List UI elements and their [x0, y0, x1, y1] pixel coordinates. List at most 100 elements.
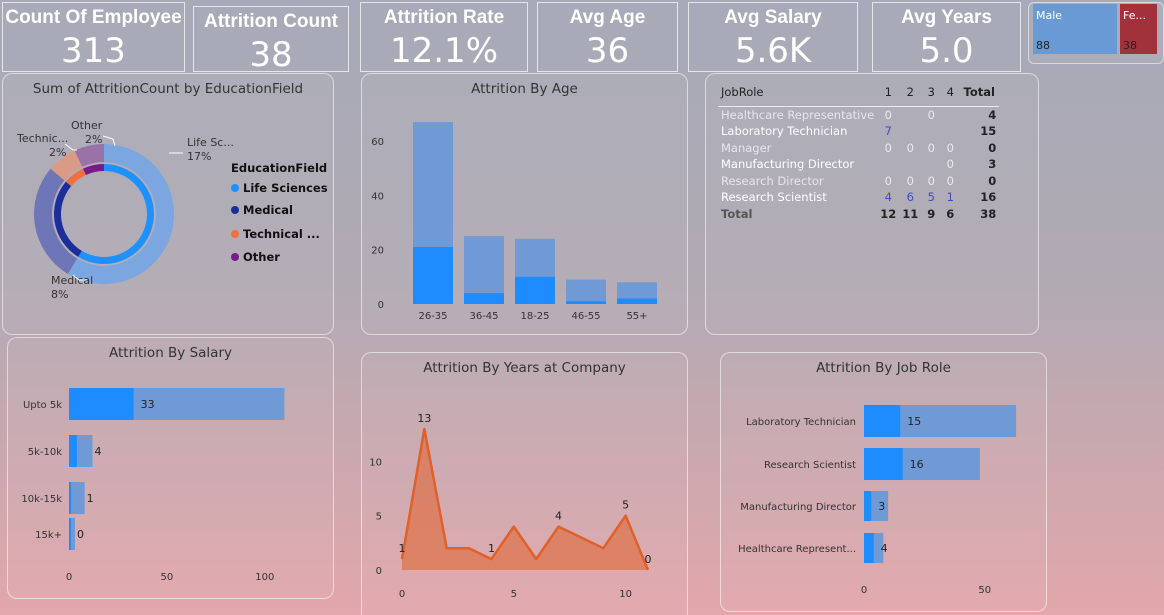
kpi-label: Avg Age: [569, 7, 646, 28]
kpi-value: 12.1%: [389, 31, 498, 71]
matrix-row[interactable]: Research Director 0 0 0 0 0: [718, 173, 999, 190]
age-bar-total: [566, 279, 606, 304]
matrix-value-cell: 1: [946, 190, 954, 205]
matrix-value-cell: 4: [884, 190, 892, 205]
kpi-label: Avg Years: [901, 7, 992, 28]
salary-bar-total: [69, 482, 85, 514]
legend-label: Technical ...: [243, 227, 320, 241]
kpi-label: Count Of Employee: [5, 7, 182, 28]
age-bar-attrition: [566, 301, 606, 304]
kpi-value: 38: [249, 35, 293, 75]
jobrole-data-label: 3: [878, 500, 885, 513]
matrix-value-cell: 0: [906, 173, 914, 188]
matrix-row[interactable]: Laboratory Technician 7 15: [718, 123, 999, 140]
donut-slice-label: Life Sc...: [187, 136, 234, 149]
y-tick-label: 0: [378, 300, 384, 311]
legend-label: Medical: [243, 203, 293, 217]
donut-leader-line: [64, 143, 77, 151]
matrix-total-value: 9: [927, 206, 936, 221]
attrition-by-years-card: Attrition By Years at Company 0 5 10 0 5 10 1 1…: [361, 352, 688, 615]
x-tick-label: 0: [66, 572, 72, 583]
matrix-value-cell: [921, 156, 941, 173]
legend-item-medical[interactable]: Medical: [231, 203, 293, 217]
matrix-value-cell: 0: [884, 108, 892, 122]
matrix-header-jobrole[interactable]: JobRole: [718, 84, 877, 101]
salary-data-label: 0: [77, 528, 84, 541]
matrix-role-cell: Research Scientist: [721, 190, 827, 205]
age-bar-attrition: [617, 298, 657, 304]
kpi-attrition-count: Attrition Count 38: [193, 6, 349, 75]
matrix-value-cell: [941, 123, 959, 140]
kpi-employee-count: Count Of Employee 313: [2, 2, 185, 72]
matrix-value-cell: 0: [884, 173, 892, 188]
education-legend-title: EducationField: [231, 161, 328, 175]
y-tick-label: 10: [369, 457, 382, 468]
matrix-header-total[interactable]: Total: [959, 84, 999, 101]
gender-female-tile[interactable]: Fe... 38: [1120, 4, 1157, 54]
salary-bar-attrition: [69, 518, 71, 550]
years-area-chart: 0 5 10 0 5 10 1 13 1 4 5 0: [369, 412, 651, 600]
matrix-value-cell: 0: [906, 140, 914, 155]
salary-data-label: 1: [87, 492, 94, 505]
x-tick-label: 10: [619, 589, 632, 600]
salary-bar-attrition: [69, 482, 71, 514]
matrix-value-cell: 5: [927, 190, 935, 205]
job-role-matrix-card: JobRole 1 2 3 4 Total Healthcare Represe…: [705, 73, 1039, 335]
gender-male-value: 88: [1036, 39, 1050, 52]
years-area-fill: [402, 428, 648, 570]
gender-male-tile[interactable]: Male 88: [1033, 4, 1117, 54]
legend-item-technical[interactable]: Technical ...: [231, 227, 320, 241]
matrix-header-1[interactable]: 1: [877, 84, 899, 101]
salary-bar-chart: Upto 5k 33 5k-10k 4 10k-15k 1 15k+ 0 0 50 100: [21, 388, 285, 583]
matrix-total-cell: 0: [988, 140, 997, 155]
salary-data-label: 33: [141, 398, 155, 411]
jobrole-data-label: 15: [907, 415, 921, 428]
kpi-label: Attrition Rate: [383, 7, 505, 28]
salary-bar-attrition: [69, 388, 134, 420]
years-data-label: 5: [622, 499, 629, 512]
legend-dot: [231, 230, 239, 238]
legend-dot: [231, 253, 239, 261]
matrix-header-3[interactable]: 3: [921, 84, 941, 101]
matrix-value-cell: 0: [927, 108, 935, 122]
y-category-label: Research Scientist: [764, 460, 856, 471]
donut-slice-label: Technic...: [16, 132, 68, 145]
matrix-row[interactable]: Research Scientist 4 6 5 1 16: [718, 189, 999, 206]
x-tick-label: 55+: [626, 311, 647, 322]
matrix-value-cell: 0: [946, 140, 954, 155]
legend-dot: [231, 184, 239, 192]
matrix-header-4[interactable]: 4: [941, 84, 959, 101]
years-data-label: 1: [399, 542, 406, 555]
x-tick-label: 0: [399, 589, 405, 600]
matrix-total-cell: 15: [980, 124, 997, 139]
matrix-row[interactable]: Manufacturing Director 0 3: [718, 156, 999, 173]
jobrole-bar-attrition: [864, 405, 901, 437]
legend-item-other[interactable]: Other: [231, 250, 280, 264]
jobrole-bar-attrition: [864, 491, 872, 521]
matrix-value-cell: 0: [946, 157, 954, 172]
legend-label: Other: [243, 250, 280, 264]
kpi-attrition-rate: Attrition Rate 12.1%: [360, 2, 528, 72]
matrix-value-cell: 7: [884, 124, 892, 139]
matrix-header-2[interactable]: 2: [899, 84, 921, 101]
donut-inner-slice: [83, 164, 104, 175]
matrix-value-cell: 6: [906, 190, 914, 205]
y-tick-label: 40: [371, 191, 384, 202]
jobrole-bar-chart: Laboratory Technician 15 Research Scientis…: [738, 405, 1017, 596]
y-category-label: 10k-15k: [21, 494, 62, 505]
y-tick-label: 0: [376, 566, 382, 577]
matrix-role-cell: Research Director: [721, 173, 824, 188]
legend-label: Life Sciences: [243, 181, 328, 195]
matrix-row[interactable]: Healthcare Representative 0 0 4: [718, 107, 999, 124]
kpi-value: 313: [61, 31, 126, 71]
age-bar-attrition: [464, 293, 504, 304]
kpi-value: 5.6K: [734, 31, 812, 71]
y-category-label: 15k+: [35, 530, 62, 541]
job-role-matrix: JobRole 1 2 3 4 Total Healthcare Represe…: [718, 84, 1000, 222]
matrix-total-cell: 3: [988, 157, 997, 172]
jobrole-data-label: 4: [881, 542, 888, 555]
matrix-row[interactable]: Manager 0 0 0 0 0: [718, 140, 999, 157]
matrix-value-cell: [899, 156, 921, 173]
kpi-label: Attrition Count: [203, 11, 338, 32]
legend-item-life-sciences[interactable]: Life Sciences: [231, 181, 328, 195]
